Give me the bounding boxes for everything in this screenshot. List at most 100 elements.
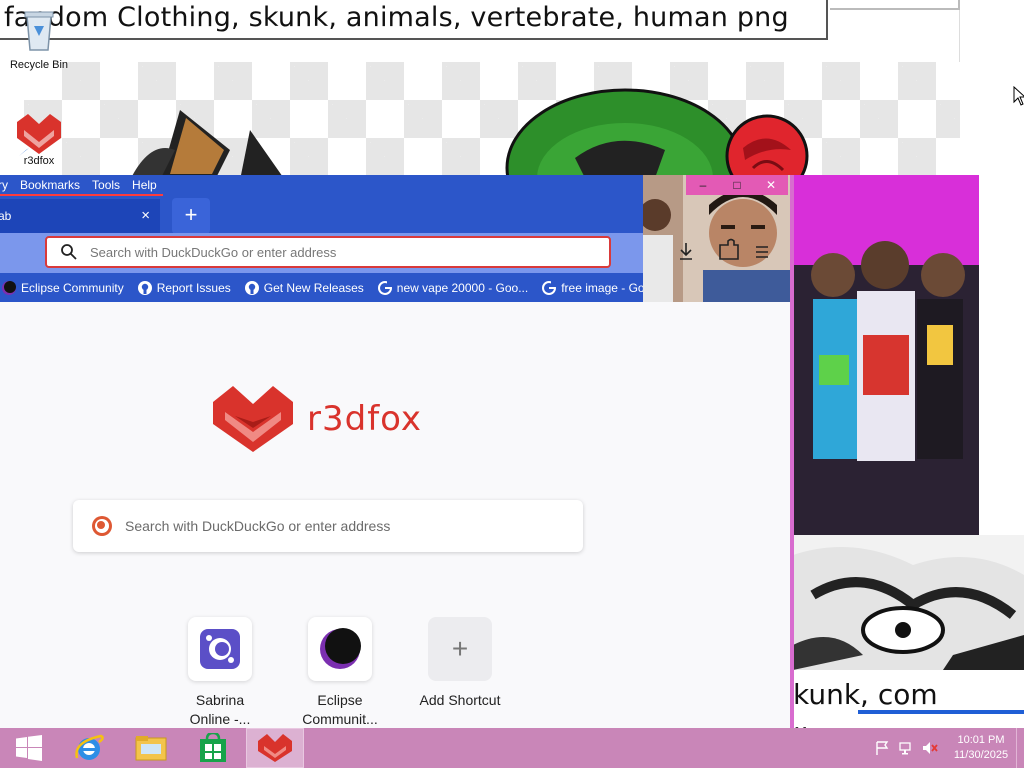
skunk-artwork (130, 110, 285, 180)
people-photo-art (793, 175, 979, 535)
shortcut-label: Sabrina Online -... (160, 691, 280, 729)
volume-muted-icon[interactable] (922, 740, 938, 756)
shortcut-label-line1: Sabrina (195, 692, 245, 708)
plus-icon: + (428, 617, 492, 681)
show-desktop-button[interactable] (1016, 728, 1024, 768)
new-tab-page: r3dfox Search with DuckDuckGo or enter a… (0, 302, 790, 730)
shortcut-eclipse-community[interactable]: Eclipse Communit... (280, 617, 400, 729)
minimize-button[interactable]: – (686, 175, 720, 195)
menu-bar: ry Bookmarks Tools Help (0, 175, 169, 195)
brand-logo: r3dfox (213, 386, 422, 452)
shortcut-label: Eclipse Communit... (280, 691, 400, 729)
r3dfox-icon (258, 734, 292, 762)
bookmarks-toolbar: Eclipse Community Report Issues Get New … (0, 273, 643, 302)
internet-explorer-icon (74, 734, 104, 760)
close-window-button[interactable]: ✕ (754, 175, 788, 195)
clock-time: 10:01 PM (957, 734, 1005, 746)
hamburger-menu-icon[interactable] (756, 246, 768, 258)
bookmark-report-issues[interactable]: Report Issues (137, 280, 231, 295)
eclipse-icon (320, 628, 361, 669)
desktop-icon-label: r3dfox (23, 155, 55, 167)
store-icon (199, 733, 226, 762)
file-explorer-icon (135, 736, 166, 761)
taskbar-r3dfox[interactable] (246, 728, 304, 768)
bookmark-label: Eclipse Community (21, 280, 124, 295)
menu-bookmarks[interactable]: Bookmarks (20, 178, 80, 192)
network-icon[interactable] (898, 740, 914, 756)
address-bar[interactable] (45, 236, 611, 268)
bookmark-label: free image - Google S... (561, 280, 643, 295)
shortcut-label: Add Shortcut (400, 691, 520, 710)
recycle-bin-icon (24, 11, 54, 51)
browser-toolbar: ry Bookmarks Tools Help ab × + Eclipse C… (0, 175, 643, 302)
bookmark-new-vape[interactable]: new vape 20000 - Goo... (377, 280, 529, 295)
window-controls: – □ ✕ (686, 175, 788, 195)
downloads-icon[interactable] (680, 243, 692, 260)
caption-underline (858, 710, 1024, 714)
bookmark-get-new-releases[interactable]: Get New Releases (244, 280, 364, 295)
dinosaur-artwork (505, 88, 809, 178)
bookmark-label: Report Issues (156, 280, 231, 295)
photo-strip (979, 175, 1024, 510)
eclipse-icon (2, 280, 16, 295)
desktop-icon-recycle-bin[interactable]: Recycle Bin (4, 6, 74, 71)
caption-line-1: kunk, com (793, 678, 938, 711)
bookmark-free-image[interactable]: free image - Google S... (542, 280, 643, 295)
shortcut-tile (308, 617, 372, 681)
duckduckgo-icon (92, 516, 112, 536)
address-input[interactable] (90, 244, 570, 260)
github-icon (244, 280, 259, 295)
taskbar-internet-explorer[interactable] (60, 728, 117, 768)
image-title-bar: fandom Clothing, skunk, animals, vertebr… (0, 0, 828, 40)
taskbar-store[interactable] (184, 728, 241, 768)
close-tab-icon[interactable]: × (141, 207, 150, 224)
new-tab-button[interactable]: + (172, 198, 210, 234)
system-tray: 10:01 PM 11/30/2025 (874, 728, 1024, 768)
add-shortcut-button[interactable]: + Add Shortcut (400, 617, 520, 729)
shortcut-label-line2: Communit... (302, 711, 378, 727)
r3dfox-icon (17, 114, 61, 156)
sabrina-online-icon (200, 629, 240, 669)
clock-date: 11/30/2025 (953, 749, 1009, 761)
r3dfox-logo-icon (213, 386, 293, 452)
taskbar: 10:01 PM 11/30/2025 (0, 728, 1024, 768)
shortcut-sabrina-online[interactable]: Sabrina Online -... (160, 617, 280, 729)
mouse-cursor-icon (1013, 86, 1024, 106)
menu-bar-accent (0, 194, 163, 196)
brand-name: r3dfox (307, 399, 423, 439)
menu-help[interactable]: Help (132, 178, 157, 192)
menu-history[interactable]: ry (0, 178, 8, 192)
shortcut-label-line2: Online -... (189, 711, 251, 727)
action-center-flag-icon[interactable] (874, 740, 890, 756)
bookmark-label: Get New Releases (263, 280, 364, 295)
tab-label: ab (0, 209, 12, 223)
tab-new-tab[interactable]: ab × (0, 199, 160, 233)
background-window-edge (830, 0, 960, 10)
google-icon (377, 280, 392, 295)
google-icon (542, 280, 557, 295)
github-icon (137, 280, 152, 295)
desktop-icon-r3dfox[interactable]: r3dfox (4, 112, 74, 167)
shortcuts-row: Sabrina Online -... Eclipse Communit... … (160, 617, 520, 729)
search-icon (61, 244, 77, 260)
shortcut-tile (188, 617, 252, 681)
extensions-icon[interactable] (719, 238, 739, 260)
shortcut-label-line1: Eclipse (317, 692, 363, 708)
toolbar-icon-group (680, 238, 768, 260)
home-search-input[interactable] (125, 518, 545, 534)
start-button[interactable] (0, 728, 57, 768)
taskbar-file-explorer[interactable] (122, 728, 179, 768)
image-title: fandom Clothing, skunk, animals, vertebr… (4, 2, 789, 33)
people-photo (793, 175, 979, 535)
system-clock[interactable]: 10:01 PM 11/30/2025 (946, 733, 1016, 763)
desktop-icon-label: Recycle Bin (9, 59, 69, 71)
bookmark-eclipse-community[interactable]: Eclipse Community (2, 280, 124, 295)
menu-tools[interactable]: Tools (92, 178, 120, 192)
caption-image: kunk, com line, (793, 670, 1024, 730)
cartoon-image (793, 535, 1024, 670)
bookmark-label: new vape 20000 - Goo... (396, 280, 529, 295)
shortcut-label-line1: Add Shortcut (419, 692, 501, 708)
windows-logo-icon (15, 735, 42, 761)
home-search-box[interactable] (73, 500, 583, 552)
maximize-button[interactable]: □ (720, 175, 754, 195)
